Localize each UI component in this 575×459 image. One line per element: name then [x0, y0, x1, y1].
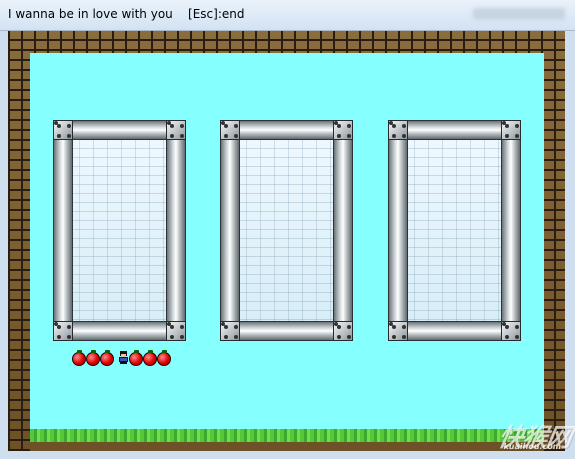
- bolt-corner: [501, 120, 521, 140]
- bolt-corner: [388, 120, 408, 140]
- watermark: 快猴网 kuaihou.com: [496, 418, 574, 454]
- bolt-corner: [388, 321, 408, 341]
- red-cherry-icon: [157, 350, 171, 366]
- top-metal-bar: [232, 120, 341, 140]
- bottom-metal-bar: [65, 321, 174, 341]
- bottom-metal-bar: [232, 321, 341, 341]
- bolt-corner: [333, 120, 353, 140]
- top-metal-bar: [65, 120, 174, 140]
- right-metal-bar: [501, 132, 521, 329]
- game-window: I wanna be in love with you [Esc]:end 快猴…: [0, 0, 575, 459]
- left-metal-bar: [53, 132, 73, 329]
- center-metal-window: [220, 120, 353, 341]
- red-cherry-icon: [129, 350, 143, 366]
- red-cherry-icon: [72, 350, 86, 366]
- bolt-corner: [220, 321, 240, 341]
- right-metal-bar: [166, 132, 186, 329]
- window-glass: [400, 132, 509, 329]
- window-glass: [232, 132, 341, 329]
- left-metal-bar: [388, 132, 408, 329]
- player-legs: [120, 362, 127, 364]
- window-title: I wanna be in love with you [Esc]:end: [8, 7, 245, 21]
- bolt-corner: [166, 120, 186, 140]
- player-character-icon: [118, 351, 129, 364]
- right-metal-window: [388, 120, 521, 341]
- bolt-corner: [53, 321, 73, 341]
- window-controls[interactable]: [473, 8, 565, 20]
- bolt-corner: [220, 120, 240, 140]
- watermark-url: kuaihou.com: [502, 442, 562, 451]
- red-cherry-icon: [86, 350, 100, 366]
- red-cherry-icon: [143, 350, 157, 366]
- title-bar[interactable]: I wanna be in love with you [Esc]:end: [0, 0, 575, 31]
- soil-floor: [30, 442, 544, 451]
- bolt-corner: [53, 120, 73, 140]
- game-viewport[interactable]: [8, 31, 565, 451]
- bolt-corner: [333, 321, 353, 341]
- top-metal-bar: [400, 120, 509, 140]
- window-glass: [65, 132, 174, 329]
- bottom-metal-bar: [400, 321, 509, 341]
- grass-floor: [30, 429, 544, 443]
- left-metal-window: [53, 120, 186, 341]
- bolt-corner: [166, 321, 186, 341]
- left-metal-bar: [220, 132, 240, 329]
- right-metal-bar: [333, 132, 353, 329]
- bolt-corner: [501, 321, 521, 341]
- red-cherry-icon: [100, 350, 114, 366]
